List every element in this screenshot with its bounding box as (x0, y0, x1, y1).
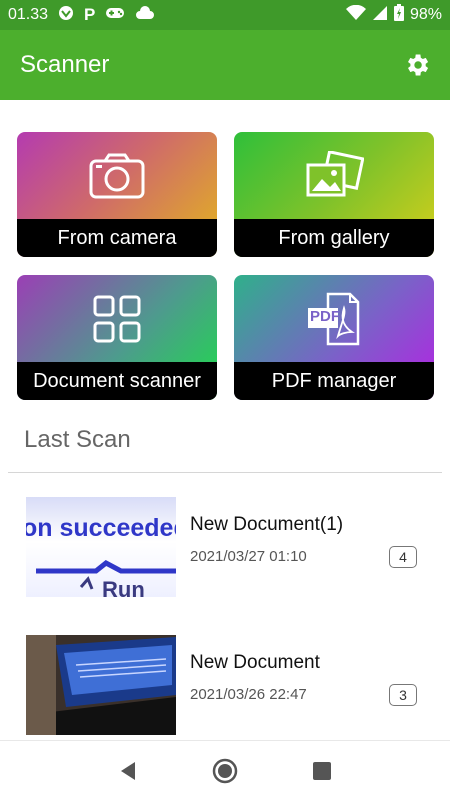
gallery-icon (234, 132, 434, 220)
recents-button[interactable] (302, 751, 342, 791)
cloud-icon (135, 5, 155, 25)
home-icon (212, 758, 238, 783)
document-thumbnail: on succeeded Run (26, 497, 176, 597)
battery-charging-icon (393, 4, 404, 26)
document-date: 2021/03/26 22:47 (190, 686, 307, 703)
recents-icon (312, 761, 331, 780)
wifi-icon (345, 4, 366, 26)
list-item[interactable]: on succeeded Run New Document(1) 2021/03… (0, 497, 450, 597)
gear-icon (408, 54, 429, 76)
gamepad-icon (105, 6, 125, 25)
battery-level: 98% (409, 6, 442, 23)
pdf-icon-text: PDF (310, 308, 340, 325)
page-count-badge: 3 (389, 684, 417, 706)
grid-icon (17, 275, 217, 363)
document-thumbnail (26, 635, 176, 735)
from-gallery-label: From gallery (234, 219, 434, 257)
last-scan-title: Last Scan (24, 426, 131, 453)
app-bar: Scanner (0, 30, 450, 100)
signal-icon (372, 5, 388, 26)
section-divider (8, 472, 442, 473)
camera-icon (17, 132, 217, 220)
status-bar: 01.33 P 98% (0, 0, 450, 30)
p-notification-icon: P (84, 5, 96, 24)
document-scanner-label: Document scanner (17, 362, 217, 400)
back-button[interactable] (108, 751, 148, 791)
document-scanner-tile[interactable]: Document scanner (17, 275, 217, 400)
document-name: New Document (190, 652, 320, 673)
pdf-manager-label: PDF manager (234, 362, 434, 400)
pdf-icon: PDF (234, 275, 434, 363)
thumbnail-text-2: Run (102, 577, 145, 597)
navigation-bar (0, 740, 450, 800)
settings-button[interactable] (402, 50, 432, 80)
vpn-icon (58, 5, 74, 26)
list-item[interactable]: New Document 2021/03/26 22:47 3 (0, 635, 450, 735)
from-gallery-tile[interactable]: From gallery (234, 132, 434, 257)
from-camera-label: From camera (17, 219, 217, 257)
status-time: 01.33 (8, 6, 49, 23)
back-icon (121, 761, 136, 780)
home-button[interactable] (205, 751, 245, 791)
app-title: Scanner (20, 51, 110, 78)
document-date: 2021/03/27 01:10 (190, 548, 307, 565)
document-name: New Document(1) (190, 514, 344, 535)
from-camera-tile[interactable]: From camera (17, 132, 217, 257)
thumbnail-text: on succeeded (26, 514, 176, 542)
page-count-badge: 4 (389, 546, 417, 568)
pdf-manager-tile[interactable]: PDF PDF manager (234, 275, 434, 400)
